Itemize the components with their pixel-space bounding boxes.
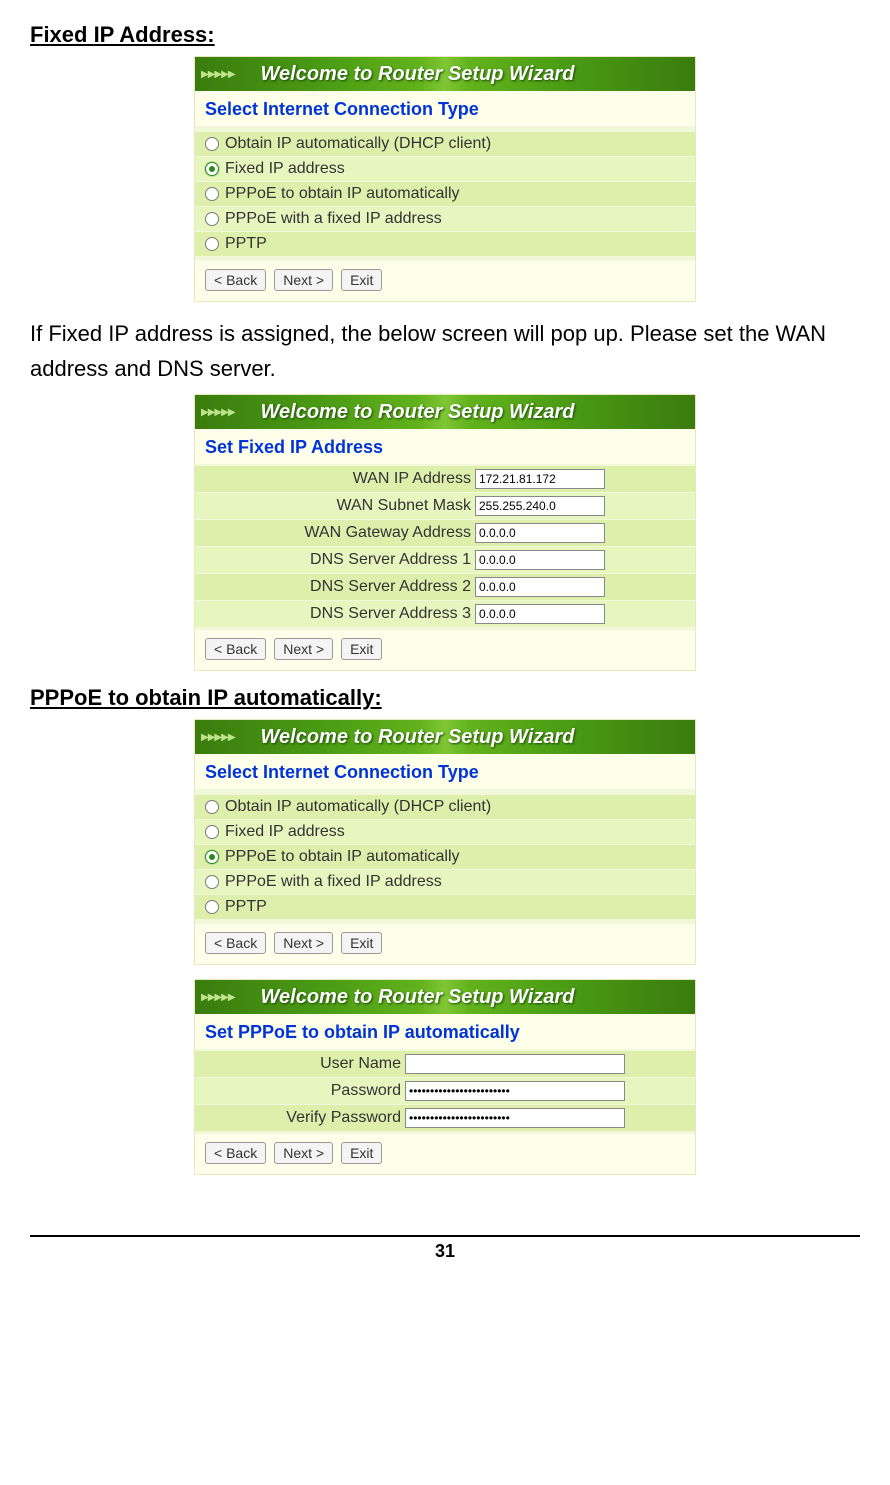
field-label: DNS Server Address 2 (201, 578, 475, 596)
wizard-panel-connection-type-fixed: ▶▶▶▶▶ Welcome to Router Setup Wizard Sel… (194, 56, 696, 302)
radio-option[interactable]: Obtain IP automatically (DHCP client) (195, 795, 695, 820)
wizard-subtitle: Select Internet Connection Type (195, 754, 695, 789)
field-label: WAN Subnet Mask (201, 497, 475, 515)
radio-option[interactable]: PPTP (195, 232, 695, 257)
field-label: WAN Gateway Address (201, 524, 475, 542)
wizard-banner: ▶▶▶▶▶ Welcome to Router Setup Wizard (195, 720, 695, 754)
field-label: Password (201, 1082, 405, 1100)
radio-option[interactable]: Fixed IP address (195, 820, 695, 845)
field-label: User Name (201, 1055, 405, 1073)
next-button[interactable]: Next > (274, 269, 333, 291)
radio-label: Obtain IP automatically (DHCP client) (225, 798, 491, 816)
radio-icon[interactable] (205, 212, 219, 226)
radio-icon[interactable] (205, 187, 219, 201)
field-label: DNS Server Address 3 (201, 605, 475, 623)
radio-icon[interactable] (205, 875, 219, 889)
chevron-icon: ▶▶▶▶▶ (201, 732, 235, 743)
radio-option[interactable]: PPTP (195, 895, 695, 920)
field-label: WAN IP Address (201, 470, 475, 488)
wizard-subtitle: Set Fixed IP Address (195, 429, 695, 464)
radio-icon[interactable] (205, 850, 219, 864)
wizard-title: Welcome to Router Setup Wizard (261, 63, 575, 86)
password-input[interactable] (405, 1081, 625, 1101)
field-label: Verify Password (201, 1109, 405, 1127)
radio-icon[interactable] (205, 237, 219, 251)
page-number: 31 (30, 1235, 860, 1262)
body-paragraph: If Fixed IP address is assigned, the bel… (30, 316, 860, 386)
back-button[interactable]: < Back (205, 932, 266, 954)
radio-label: Fixed IP address (225, 160, 345, 178)
next-button[interactable]: Next > (274, 932, 333, 954)
wizard-panel-fixed-ip-form: ▶▶▶▶▶ Welcome to Router Setup Wizard Set… (194, 394, 696, 671)
exit-button[interactable]: Exit (341, 638, 382, 660)
radio-label: Obtain IP automatically (DHCP client) (225, 135, 491, 153)
radio-icon[interactable] (205, 800, 219, 814)
password-input[interactable] (405, 1108, 625, 1128)
ip-input[interactable] (475, 496, 605, 516)
radio-icon[interactable] (205, 825, 219, 839)
username-input[interactable] (405, 1054, 625, 1074)
back-button[interactable]: < Back (205, 269, 266, 291)
wizard-title: Welcome to Router Setup Wizard (261, 986, 575, 1009)
exit-button[interactable]: Exit (341, 269, 382, 291)
radio-label: PPPoE with a fixed IP address (225, 873, 442, 891)
wizard-subtitle: Select Internet Connection Type (195, 91, 695, 126)
chevron-icon: ▶▶▶▶▶ (201, 69, 235, 80)
radio-label: Fixed IP address (225, 823, 345, 841)
radio-label: PPPoE to obtain IP automatically (225, 848, 460, 866)
chevron-icon: ▶▶▶▶▶ (201, 992, 235, 1003)
wizard-panel-pppoe-form: ▶▶▶▶▶ Welcome to Router Setup Wizard Set… (194, 979, 696, 1175)
wizard-banner: ▶▶▶▶▶ Welcome to Router Setup Wizard (195, 395, 695, 429)
chevron-icon: ▶▶▶▶▶ (201, 407, 235, 418)
ip-input[interactable] (475, 523, 605, 543)
exit-button[interactable]: Exit (341, 1142, 382, 1164)
wizard-panel-connection-type-pppoe: ▶▶▶▶▶ Welcome to Router Setup Wizard Sel… (194, 719, 696, 965)
form-row: WAN Subnet Mask (195, 493, 695, 520)
wizard-banner: ▶▶▶▶▶ Welcome to Router Setup Wizard (195, 980, 695, 1014)
wizard-banner: ▶▶▶▶▶ Welcome to Router Setup Wizard (195, 57, 695, 91)
section-heading: Fixed IP Address: (30, 22, 860, 48)
radio-icon[interactable] (205, 137, 219, 151)
ip-input[interactable] (475, 550, 605, 570)
ip-input[interactable] (475, 469, 605, 489)
form-row: Verify Password (195, 1105, 695, 1132)
wizard-title: Welcome to Router Setup Wizard (261, 726, 575, 749)
section-heading: PPPoE to obtain IP automatically: (30, 685, 860, 711)
radio-option[interactable]: PPPoE to obtain IP automatically (195, 845, 695, 870)
radio-option[interactable]: PPPoE with a fixed IP address (195, 207, 695, 232)
radio-option[interactable]: PPPoE to obtain IP automatically (195, 182, 695, 207)
ip-input[interactable] (475, 577, 605, 597)
radio-option[interactable]: Obtain IP automatically (DHCP client) (195, 132, 695, 157)
radio-label: PPPoE to obtain IP automatically (225, 185, 460, 203)
back-button[interactable]: < Back (205, 638, 266, 660)
next-button[interactable]: Next > (274, 638, 333, 660)
ip-input[interactable] (475, 604, 605, 624)
form-row: DNS Server Address 2 (195, 574, 695, 601)
radio-option[interactable]: PPPoE with a fixed IP address (195, 870, 695, 895)
exit-button[interactable]: Exit (341, 932, 382, 954)
field-label: DNS Server Address 1 (201, 551, 475, 569)
form-row: WAN Gateway Address (195, 520, 695, 547)
radio-icon[interactable] (205, 900, 219, 914)
next-button[interactable]: Next > (274, 1142, 333, 1164)
radio-option[interactable]: Fixed IP address (195, 157, 695, 182)
form-row: WAN IP Address (195, 466, 695, 493)
form-row: DNS Server Address 3 (195, 601, 695, 628)
radio-label: PPPoE with a fixed IP address (225, 210, 442, 228)
wizard-title: Welcome to Router Setup Wizard (261, 401, 575, 424)
form-row: User Name (195, 1051, 695, 1078)
back-button[interactable]: < Back (205, 1142, 266, 1164)
radio-label: PPTP (225, 898, 267, 916)
radio-icon[interactable] (205, 162, 219, 176)
form-row: DNS Server Address 1 (195, 547, 695, 574)
wizard-subtitle: Set PPPoE to obtain IP automatically (195, 1014, 695, 1049)
radio-label: PPTP (225, 235, 267, 253)
form-row: Password (195, 1078, 695, 1105)
